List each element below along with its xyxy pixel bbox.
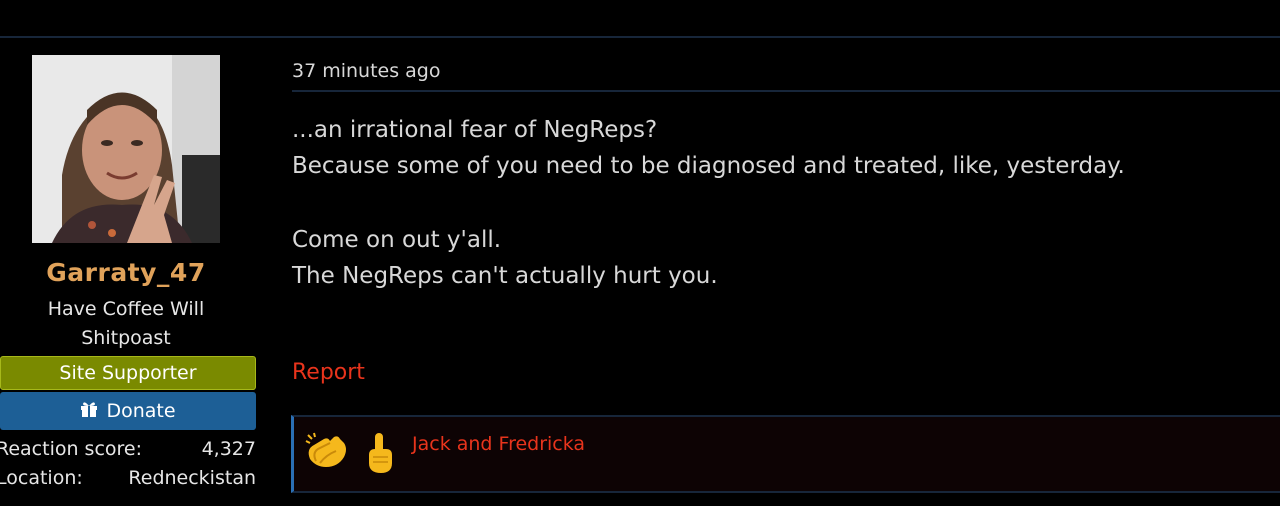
clapping-hands-icon[interactable] (304, 431, 352, 475)
post-line: Come on out y'all. (292, 227, 502, 253)
donate-label: Donate (106, 400, 176, 422)
post-line: The NegReps can't actually hurt you. (292, 263, 718, 289)
user-title: Have Coffee Will Shitpoast (0, 295, 252, 353)
post-date[interactable]: 37 minutes ago (292, 60, 441, 82)
gift-icon (80, 393, 98, 431)
avatar[interactable] (32, 55, 220, 243)
reaction-names-link[interactable]: Jack and Fredricka (412, 433, 585, 455)
avatar-photo (32, 55, 220, 243)
report-link[interactable]: Report (292, 360, 365, 385)
user-title-line: Have Coffee Will (47, 298, 205, 320)
post-line: Because some of you need to be diagnosed… (292, 153, 1125, 179)
site-supporter-banner: Site Supporter (0, 356, 256, 390)
stat-location: Location: Redneckistan (0, 467, 256, 489)
username[interactable]: Garraty_47 (0, 258, 252, 287)
post-line: ...an irrational fear of NegReps? (292, 117, 658, 143)
stat-label: Location: (0, 467, 83, 489)
reactions-bar: Jack and Fredricka (291, 415, 1280, 493)
post-body: ...an irrational fear of NegReps? Becaus… (292, 112, 1125, 294)
user-title-line: Shitpoast (81, 327, 171, 349)
post-header-divider (292, 90, 1280, 92)
stat-value: 4,327 (201, 438, 256, 460)
post-line-blank (292, 184, 1125, 222)
top-divider (0, 36, 1280, 38)
stat-reaction-score: Reaction score: 4,327 (0, 438, 256, 460)
stat-value: Redneckistan (128, 467, 256, 489)
donate-button[interactable]: Donate (0, 392, 256, 430)
stat-label: Reaction score: (0, 438, 143, 460)
pointing-up-icon[interactable] (364, 431, 394, 479)
